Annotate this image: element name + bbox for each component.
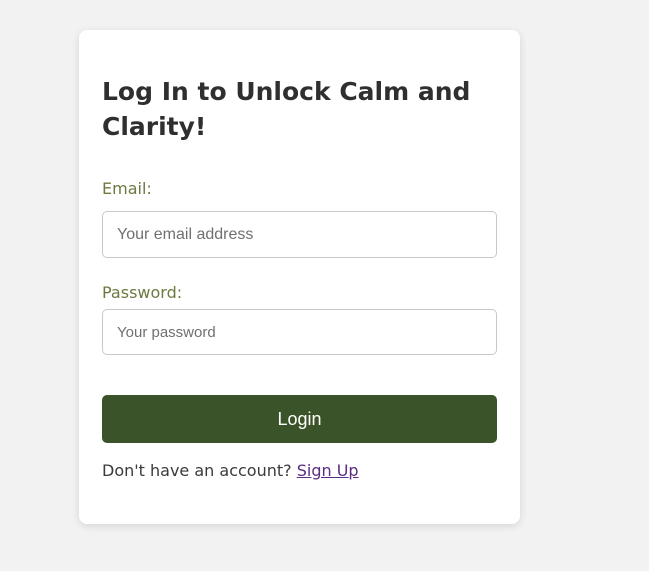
- login-card: Log In to Unlock Calm and Clarity! Email…: [79, 30, 520, 524]
- password-field[interactable]: [102, 309, 497, 355]
- login-button[interactable]: Login: [102, 395, 497, 443]
- signup-link[interactable]: Sign Up: [297, 461, 359, 480]
- page-title: Log In to Unlock Calm and Clarity!: [102, 77, 471, 141]
- email-label: Email:: [102, 179, 152, 198]
- email-field[interactable]: [102, 211, 497, 258]
- password-label: Password:: [102, 283, 183, 302]
- signup-prompt-row: Don't have an account? Sign Up: [102, 461, 359, 480]
- signup-prompt-text: Don't have an account?: [102, 461, 292, 480]
